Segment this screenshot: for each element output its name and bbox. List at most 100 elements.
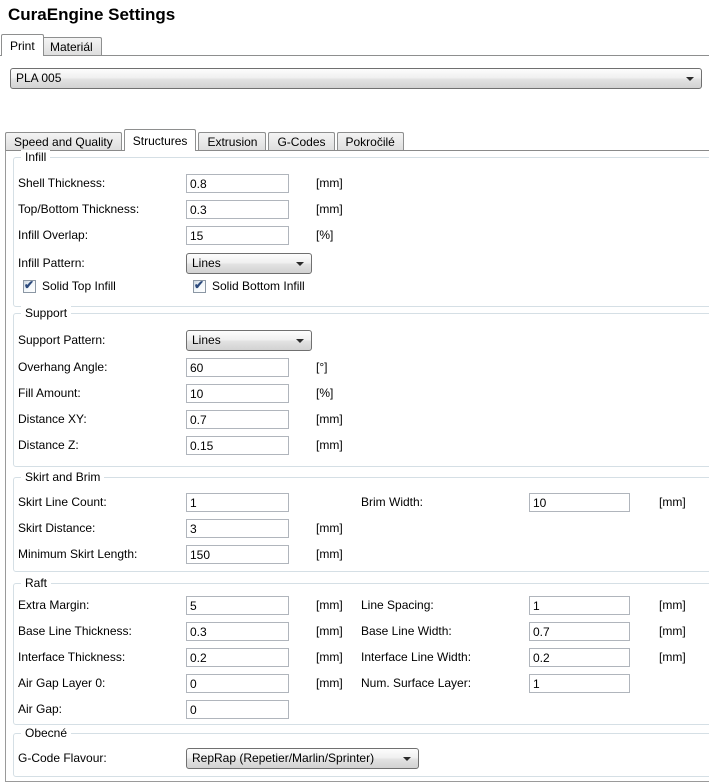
fill-amount-label: Fill Amount: <box>18 386 81 400</box>
solid-top-infill-label: Solid Top Infill <box>42 279 116 293</box>
interface-thickness-input[interactable] <box>186 648 289 667</box>
group-general-title: Obecné <box>21 726 71 740</box>
tab-material[interactable]: Materiál <box>41 37 102 55</box>
air-gap-label: Air Gap: <box>18 702 62 716</box>
num-surface-layer-label: Num. Surface Layer: <box>361 676 471 690</box>
top-bottom-thickness-input[interactable] <box>186 200 289 219</box>
extra-margin-label: Extra Margin: <box>18 598 89 612</box>
air-gap-layer0-label: Air Gap Layer 0: <box>18 676 105 690</box>
support-pattern-select[interactable]: Lines <box>186 330 312 351</box>
dropdown-arrow-icon <box>296 262 304 266</box>
distance-xy-input[interactable] <box>186 410 289 429</box>
tab-gcodes[interactable]: G-Codes <box>268 132 334 150</box>
interface-line-width-unit: [mm] <box>659 650 686 664</box>
base-line-width-input[interactable] <box>529 622 630 641</box>
check-icon: ✔ <box>24 278 34 293</box>
distance-z-label: Distance Z: <box>18 438 79 452</box>
top-bottom-thickness-label: Top/Bottom Thickness: <box>18 202 139 216</box>
checkbox-box: ✔ <box>193 280 206 293</box>
base-line-width-label: Base Line Width: <box>361 624 452 638</box>
support-pattern-label: Support Pattern: <box>18 333 105 347</box>
main-tabstrip-baseline <box>0 55 709 56</box>
group-infill-title: Infill <box>21 150 50 164</box>
infill-pattern-label: Infill Pattern: <box>18 256 85 270</box>
infill-overlap-unit: [%] <box>316 228 333 242</box>
air-gap-layer0-input[interactable] <box>186 674 289 693</box>
solid-bottom-infill-label: Solid Bottom Infill <box>212 279 305 293</box>
settings-tabstrip: Speed and Quality Structures Extrusion G… <box>5 132 406 150</box>
check-icon: ✔ <box>194 278 204 293</box>
group-skirt-title: Skirt and Brim <box>21 470 104 484</box>
structures-tab-page: Infill Shell Thickness: [mm] Top/Bottom … <box>5 150 709 782</box>
brim-width-label: Brim Width: <box>361 495 423 509</box>
distance-z-unit: [mm] <box>316 438 343 452</box>
group-support-title: Support <box>21 306 71 320</box>
support-pattern-value: Lines <box>192 333 221 347</box>
base-line-width-unit: [mm] <box>659 624 686 638</box>
fill-amount-input[interactable] <box>186 384 289 403</box>
group-general: Obecné G-Code Flavour: RepRap (Repetier/… <box>13 733 709 777</box>
skirt-distance-label: Skirt Distance: <box>18 521 95 535</box>
solid-top-infill-checkbox[interactable]: ✔ Solid Top Infill <box>23 279 116 293</box>
tab-structures[interactable]: Structures <box>124 129 197 151</box>
distance-xy-unit: [mm] <box>316 412 343 426</box>
air-gap-layer0-unit: [mm] <box>316 676 343 690</box>
interface-thickness-unit: [mm] <box>316 650 343 664</box>
top-bottom-thickness-unit: [mm] <box>316 202 343 216</box>
dropdown-arrow-icon <box>686 77 694 81</box>
extra-margin-input[interactable] <box>186 596 289 615</box>
dropdown-arrow-icon <box>296 339 304 343</box>
infill-overlap-label: Infill Overlap: <box>18 228 88 242</box>
line-spacing-label: Line Spacing: <box>361 598 434 612</box>
base-line-thickness-input[interactable] <box>186 622 289 641</box>
interface-line-width-input[interactable] <box>529 648 630 667</box>
profile-select[interactable]: PLA 005 <box>10 68 702 89</box>
solid-bottom-infill-checkbox[interactable]: ✔ Solid Bottom Infill <box>193 279 305 293</box>
skirt-line-count-input[interactable] <box>186 493 289 512</box>
min-skirt-length-label: Minimum Skirt Length: <box>18 547 137 561</box>
group-infill: Infill Shell Thickness: [mm] Top/Bottom … <box>13 157 709 307</box>
overhang-angle-unit: [°] <box>316 360 327 374</box>
num-surface-layer-input[interactable] <box>529 674 630 693</box>
air-gap-input[interactable] <box>186 700 289 719</box>
group-raft: Raft Extra Margin: [mm] Line Spacing: [m… <box>13 583 709 725</box>
shell-thickness-input[interactable] <box>186 174 289 193</box>
tab-speed-and-quality[interactable]: Speed and Quality <box>5 132 122 150</box>
base-line-thickness-label: Base Line Thickness: <box>18 624 132 638</box>
infill-pattern-value: Lines <box>192 256 221 270</box>
min-skirt-length-input[interactable] <box>186 545 289 564</box>
gcode-flavour-select[interactable]: RepRap (Repetier/Marlin/Sprinter) <box>186 748 419 769</box>
gcode-flavour-value: RepRap (Repetier/Marlin/Sprinter) <box>192 751 374 765</box>
interface-line-width-label: Interface Line Width: <box>361 650 471 664</box>
dropdown-arrow-icon <box>403 757 411 761</box>
distance-z-input[interactable] <box>186 436 289 455</box>
overhang-angle-input[interactable] <box>186 358 289 377</box>
brim-width-input[interactable] <box>529 493 630 512</box>
base-line-thickness-unit: [mm] <box>316 624 343 638</box>
skirt-distance-input[interactable] <box>186 519 289 538</box>
page-title: CuraEngine Settings <box>8 5 175 25</box>
extra-margin-unit: [mm] <box>316 598 343 612</box>
tab-extrusion[interactable]: Extrusion <box>198 132 266 150</box>
infill-overlap-input[interactable] <box>186 226 289 245</box>
line-spacing-input[interactable] <box>529 596 630 615</box>
brim-width-unit: [mm] <box>659 495 686 509</box>
overhang-angle-label: Overhang Angle: <box>18 360 107 374</box>
checkbox-box: ✔ <box>23 280 36 293</box>
min-skirt-length-unit: [mm] <box>316 547 343 561</box>
shell-thickness-label: Shell Thickness: <box>18 176 105 190</box>
profile-select-value: PLA 005 <box>16 71 61 85</box>
interface-thickness-label: Interface Thickness: <box>18 650 125 664</box>
distance-xy-label: Distance XY: <box>18 412 87 426</box>
fill-amount-unit: [%] <box>316 386 333 400</box>
group-raft-title: Raft <box>21 576 51 590</box>
line-spacing-unit: [mm] <box>659 598 686 612</box>
group-skirt-and-brim: Skirt and Brim Skirt Line Count: Brim Wi… <box>13 477 709 572</box>
gcode-flavour-label: G-Code Flavour: <box>18 751 107 765</box>
infill-pattern-select[interactable]: Lines <box>186 253 312 274</box>
skirt-distance-unit: [mm] <box>316 521 343 535</box>
group-support: Support Support Pattern: Lines Overhang … <box>13 313 709 467</box>
skirt-line-count-label: Skirt Line Count: <box>18 495 107 509</box>
tab-advanced[interactable]: Pokročilé <box>337 132 404 150</box>
tab-print[interactable]: Print <box>1 34 44 56</box>
